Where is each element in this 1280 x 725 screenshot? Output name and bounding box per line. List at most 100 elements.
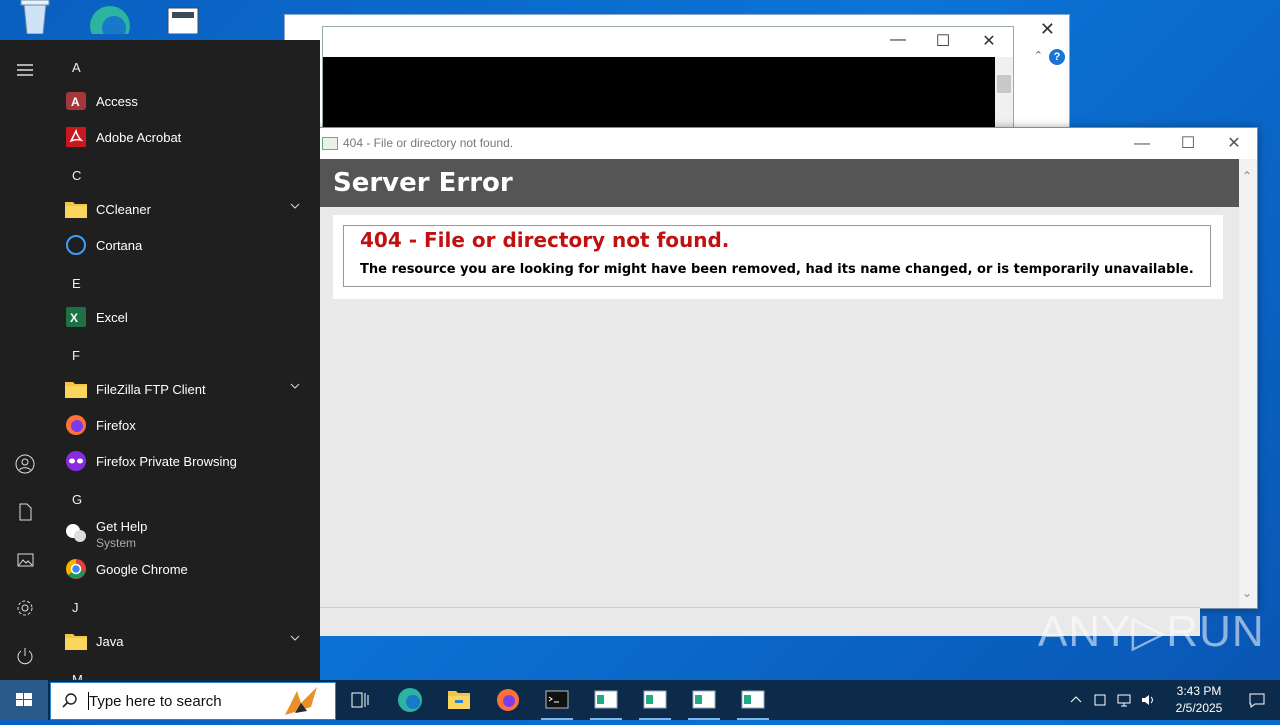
scroll-down-icon[interactable]: ⌄ xyxy=(1242,586,1252,600)
ie-window-icon xyxy=(643,690,667,709)
device-icon[interactable] xyxy=(1092,692,1108,708)
system-tray: 3:43 PM 2/5/2025 xyxy=(1060,680,1280,720)
section-letter[interactable]: F xyxy=(72,348,80,363)
power-icon[interactable] xyxy=(13,644,37,668)
browser-window: 404 - File or directory not found. — ☐ ✕… xyxy=(318,127,1258,609)
minimize-button[interactable]: — xyxy=(1119,131,1165,157)
app-label: Adobe Acrobat xyxy=(96,130,182,145)
watermark-logo: ANY▷RUN xyxy=(1038,607,1265,656)
app-item-java[interactable]: Java xyxy=(62,624,314,658)
window-icon xyxy=(322,137,338,150)
app-item-adobe-acrobat[interactable]: Adobe Acrobat xyxy=(62,120,314,154)
maximize-button[interactable]: ☐ xyxy=(920,31,966,51)
search-icon xyxy=(62,693,77,708)
search-box[interactable]: Type here to search xyxy=(50,682,336,720)
firefox-icon xyxy=(64,414,88,436)
section-letter[interactable]: C xyxy=(72,168,81,183)
search-highlight-icon xyxy=(285,687,317,715)
close-button[interactable]: ✕ xyxy=(1211,131,1257,157)
app-item-cortana[interactable]: Cortana xyxy=(62,228,314,262)
error-title: 404 - File or directory not found. xyxy=(360,228,730,252)
taskbar-window-4[interactable] xyxy=(729,680,777,720)
task-view-button[interactable] xyxy=(336,680,384,720)
taskbar: Type here to search 3:43 PM 2/5/2025 xyxy=(0,680,1280,720)
taskbar-file-explorer[interactable] xyxy=(435,680,483,720)
document-icon[interactable] xyxy=(164,0,206,35)
start-button[interactable] xyxy=(0,680,48,720)
edge-icon[interactable] xyxy=(88,0,130,46)
svg-text:X: X xyxy=(70,311,78,325)
start-menu: A A Access Adobe Acrobat C CCleaner Cort… xyxy=(0,40,320,680)
app-item-ccleaner[interactable]: CCleaner xyxy=(62,192,314,226)
app-item-firefox[interactable]: Firefox xyxy=(62,408,314,442)
section-letter[interactable]: A xyxy=(72,60,81,75)
clock-date: 2/5/2025 xyxy=(1175,701,1223,715)
app-label: Firefox xyxy=(96,418,136,433)
taskbar-window-1[interactable] xyxy=(582,680,630,720)
app-label: FileZilla FTP Client xyxy=(96,382,206,397)
app-label: Excel xyxy=(96,310,128,325)
window-title: 404 - File or directory not found. xyxy=(343,136,514,150)
chevron-up-icon[interactable] xyxy=(1068,692,1084,708)
close-button[interactable]: ✕ xyxy=(966,31,1012,51)
app-item-get-help[interactable]: Get Help System xyxy=(62,516,314,550)
clock-time: 3:43 PM xyxy=(1176,684,1222,698)
maximize-button[interactable]: ☐ xyxy=(1165,131,1211,157)
user-icon[interactable] xyxy=(13,452,37,476)
browser-titlebar[interactable]: 404 - File or directory not found. — ☐ ✕ xyxy=(319,128,1257,159)
app-item-excel[interactable]: X Excel xyxy=(62,300,314,334)
minimize-button[interactable]: — xyxy=(875,31,921,49)
ie-window-icon xyxy=(741,690,765,709)
notifications-icon[interactable] xyxy=(1248,691,1266,709)
pictures-icon[interactable] xyxy=(13,548,37,572)
close-icon[interactable]: ✕ xyxy=(1040,19,1055,40)
settings-icon[interactable] xyxy=(13,596,37,620)
ie-window-icon xyxy=(692,690,716,709)
chevron-up-icon[interactable]: ⌃ xyxy=(1034,49,1043,62)
folder-icon xyxy=(64,198,88,220)
cmd-icon xyxy=(545,690,569,709)
section-letter[interactable]: E xyxy=(72,276,81,291)
scrollbar-thumb[interactable] xyxy=(997,75,1011,93)
page-content: Server Error 404 - File or directory not… xyxy=(319,159,1239,608)
edge-icon xyxy=(398,688,422,712)
chevron-down-icon[interactable] xyxy=(290,633,300,643)
recycle-bin-icon[interactable] xyxy=(16,0,58,35)
volume-icon[interactable] xyxy=(1140,692,1156,708)
scroll-up-icon[interactable]: ⌃ xyxy=(1242,169,1252,183)
taskbar-firefox[interactable] xyxy=(484,680,532,720)
hamburger-icon[interactable] xyxy=(13,58,37,82)
app-item-filezilla[interactable]: FileZilla FTP Client xyxy=(62,372,314,406)
chevron-down-icon[interactable] xyxy=(290,201,300,211)
ie-window-icon xyxy=(594,690,618,709)
app-sublabel: System xyxy=(96,536,137,550)
app-label: Cortana xyxy=(96,238,143,253)
taskbar-window-3[interactable] xyxy=(680,680,728,720)
app-item-access[interactable]: A Access xyxy=(62,84,314,118)
console-area[interactable] xyxy=(323,57,995,135)
app-label: Java xyxy=(96,634,124,649)
section-letter[interactable]: G xyxy=(72,492,82,507)
documents-icon[interactable] xyxy=(13,500,37,524)
taskbar-window-2[interactable] xyxy=(631,680,679,720)
help-icon[interactable]: ? xyxy=(1049,49,1065,65)
firefox-private-icon xyxy=(64,450,88,472)
scrollbar[interactable]: ⌃ ⌄ xyxy=(1239,159,1257,608)
start-rail xyxy=(0,40,50,680)
chevron-down-icon[interactable] xyxy=(290,381,300,391)
file-explorer-icon xyxy=(448,691,470,709)
taskbar-cmd[interactable] xyxy=(533,680,581,720)
server-error-heading: Server Error xyxy=(319,159,1239,207)
section-letter[interactable]: J xyxy=(72,600,79,615)
clock[interactable]: 3:43 PM 2/5/2025 xyxy=(1164,683,1234,717)
app-item-google-chrome[interactable]: Google Chrome xyxy=(62,552,314,586)
app-label: Google Chrome xyxy=(96,562,188,577)
scrollbar[interactable] xyxy=(995,57,1013,135)
app-item-firefox-private[interactable]: Firefox Private Browsing xyxy=(62,444,314,478)
cmd-titlebar[interactable]: — ☐ ✕ xyxy=(323,27,1013,57)
section-letter[interactable]: M xyxy=(72,672,83,680)
acrobat-icon xyxy=(64,126,88,148)
app-label: Get Help xyxy=(96,519,148,534)
network-icon[interactable] xyxy=(1116,692,1132,708)
taskbar-edge[interactable] xyxy=(386,680,434,720)
